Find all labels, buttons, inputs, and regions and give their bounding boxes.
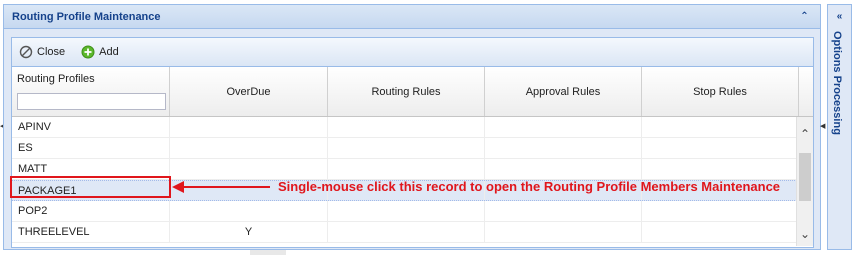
cell-stop-rules <box>642 159 799 179</box>
grid-header: Routing Profiles OverDue Routing Rules A… <box>12 67 813 117</box>
cell-routing-rules <box>328 201 485 221</box>
column-header-overdue[interactable]: OverDue <box>170 67 328 116</box>
cell-overdue <box>170 159 328 179</box>
south-collapse-handle[interactable] <box>250 250 286 255</box>
arrow-left-icon <box>172 180 184 193</box>
cell-approval-rules <box>485 222 642 242</box>
column-header-label: Routing Profiles <box>17 73 95 85</box>
panel-title: Routing Profile Maintenance <box>12 10 161 23</box>
panel-collapse-button[interactable]: ⌃ <box>797 9 812 24</box>
cell-overdue <box>170 138 328 158</box>
plus-circle-icon <box>81 45 95 59</box>
table-row[interactable]: THREELEVEL Y <box>12 222 813 243</box>
add-button[interactable]: Add <box>78 43 122 61</box>
panel-header: Routing Profile Maintenance ⌃ <box>4 5 820 29</box>
toolbar: Close Add <box>12 38 813 67</box>
column-header-approval-rules[interactable]: Approval Rules <box>485 67 642 116</box>
routing-profile-filter-input[interactable] <box>17 93 166 110</box>
annotation-arrow-line <box>184 185 270 188</box>
scroll-up-icon[interactable]: ⌃ <box>797 125 813 142</box>
routing-profiles-grid: Routing Profiles OverDue Routing Rules A… <box>12 67 813 247</box>
table-row[interactable]: APINV <box>12 117 813 138</box>
options-processing-panel[interactable]: « Options Processing <box>827 4 852 250</box>
cell-overdue <box>170 201 328 221</box>
cell-routing-profile: POP2 <box>12 201 170 221</box>
cell-routing-profile: APINV <box>12 117 170 137</box>
cell-routing-rules <box>328 117 485 137</box>
cell-stop-rules <box>642 117 799 137</box>
column-header-routing-rules[interactable]: Routing Rules <box>328 67 485 116</box>
east-collapse-handle[interactable]: ◀ <box>820 122 826 132</box>
cell-stop-rules <box>642 222 799 242</box>
double-chevron-left-icon[interactable]: « <box>832 9 847 24</box>
column-header-routing-profiles[interactable]: Routing Profiles <box>12 67 170 116</box>
cell-overdue: Y <box>170 222 328 242</box>
scrollbar-thumb[interactable] <box>799 153 811 201</box>
cell-overdue <box>170 117 328 137</box>
circle-slash-icon <box>19 45 33 59</box>
close-label: Close <box>37 46 66 58</box>
add-label: Add <box>99 46 119 58</box>
cell-routing-rules <box>328 138 485 158</box>
cell-approval-rules <box>485 201 642 221</box>
annotation-highlight-box <box>10 176 171 198</box>
cell-routing-profile: THREELEVEL <box>12 222 170 242</box>
cell-routing-rules <box>328 222 485 242</box>
cell-approval-rules <box>485 159 642 179</box>
vertical-scrollbar[interactable]: ⌃ ⌄ <box>796 117 813 246</box>
table-row[interactable]: POP2 <box>12 201 813 222</box>
cell-routing-profile: ES <box>12 138 170 158</box>
cell-stop-rules <box>642 201 799 221</box>
cell-approval-rules <box>485 117 642 137</box>
cell-stop-rules <box>642 138 799 158</box>
annotation-callout: Single-mouse click this record to open t… <box>172 179 780 194</box>
double-chevron-up-icon: ⌃ <box>800 10 809 22</box>
grid-container: Close Add Routing Profiles OverDue Routi… <box>11 37 814 248</box>
annotation-text: Single-mouse click this record to open t… <box>278 179 781 194</box>
table-row[interactable]: ES <box>12 138 813 159</box>
header-scroll-spacer <box>799 67 813 116</box>
close-button[interactable]: Close <box>16 43 68 61</box>
cell-approval-rules <box>485 138 642 158</box>
cell-routing-rules <box>328 159 485 179</box>
scroll-down-icon[interactable]: ⌄ <box>797 225 813 242</box>
column-header-stop-rules[interactable]: Stop Rules <box>642 67 799 116</box>
routing-profile-panel: Routing Profile Maintenance ⌃ Close Add … <box>3 4 821 250</box>
side-panel-title: Options Processing <box>831 31 843 135</box>
